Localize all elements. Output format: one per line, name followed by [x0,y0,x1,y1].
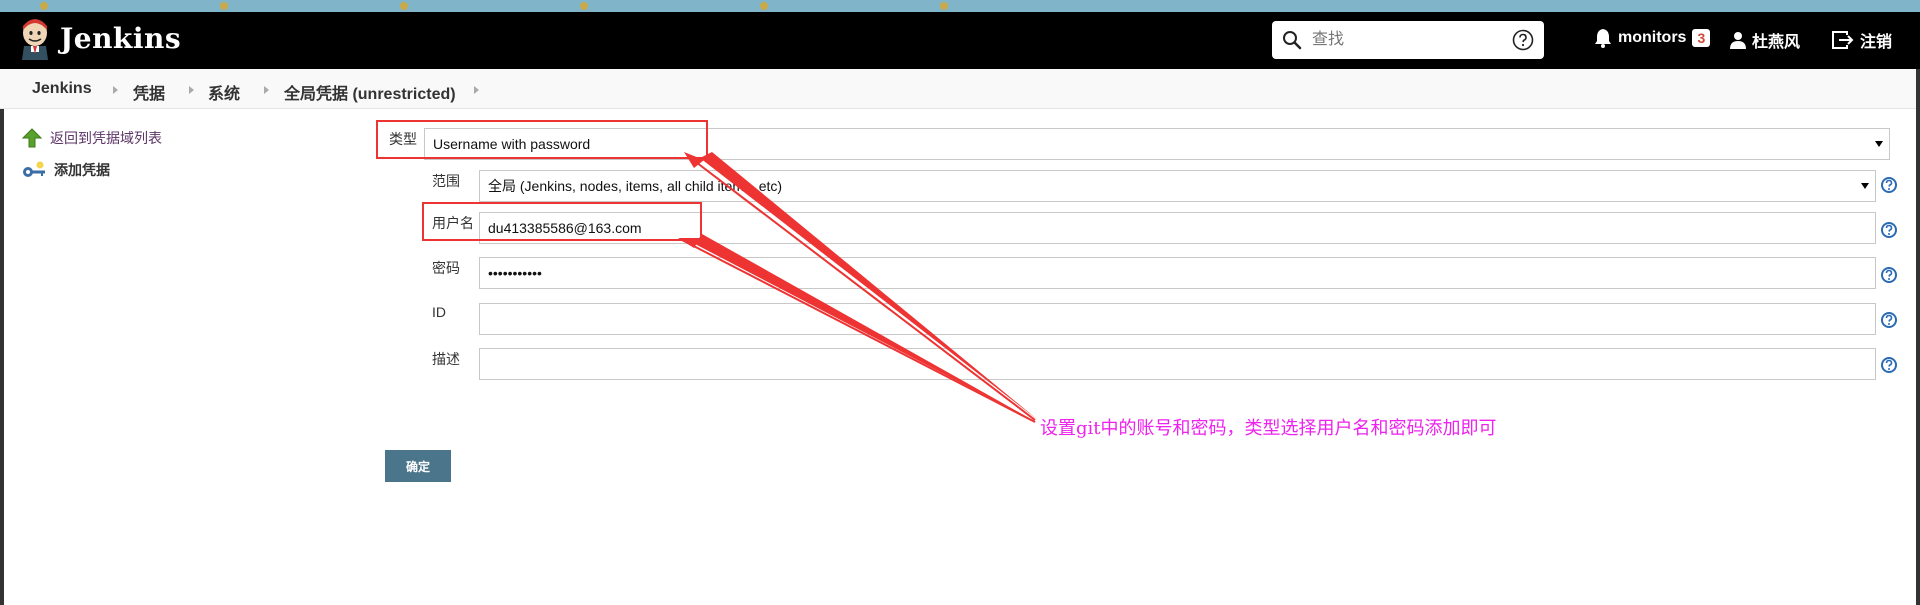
description-label: 描述 [432,351,460,367]
add-credential-label: 添加凭据 [54,162,110,178]
top-header: Jenkins monitors 3 [0,12,1920,69]
help-icon[interactable] [1880,266,1898,284]
annotation-text: 设置git中的账号和密码，类型选择用户名和密码添加即可 [1040,418,1497,439]
username-value: du413385586@163.com [488,220,642,236]
user-name: 杜燕风 [1752,34,1801,51]
scope-label: 范围 [432,173,460,189]
id-field[interactable] [479,303,1876,335]
chevron-right-icon[interactable] [474,86,479,94]
window-border-right [1916,69,1920,605]
password-value: ••••••••••• [488,265,542,281]
help-icon[interactable] [1512,29,1534,51]
chevron-down-icon [1875,141,1883,147]
key-icon [23,161,45,177]
description-field[interactable] [479,348,1876,380]
breadcrumb-system[interactable]: 系统 [208,80,240,104]
kind-label: 类型 [389,131,417,147]
jenkins-page: Jenkins monitors 3 [0,0,1920,605]
monitors-count-badge: 3 [1692,29,1711,47]
breadcrumb: Jenkins 凭据 系统 全局凭据 (unrestricted) [0,69,1920,109]
up-arrow-icon [22,128,42,148]
search-box [1272,21,1544,59]
username-field[interactable]: du413385586@163.com [479,212,1876,244]
username-label: 用户名 [432,215,474,231]
help-icon[interactable] [1880,356,1898,374]
logout-link[interactable]: 注销 [1832,28,1892,52]
browser-bar-remnant [0,0,1920,12]
back-to-domains-link[interactable]: 返回到凭据域列表 [22,128,162,148]
brand-title[interactable]: Jenkins [60,22,181,55]
help-icon[interactable] [1880,221,1898,239]
jenkins-logo-icon[interactable] [20,18,50,60]
breadcrumb-credentials[interactable]: 凭据 [133,80,165,104]
bell-icon [1595,29,1611,48]
chevron-right-icon[interactable] [264,86,269,94]
password-field[interactable]: ••••••••••• [479,257,1876,289]
search-icon [1283,31,1302,50]
chevron-right-icon[interactable] [113,86,118,94]
breadcrumb-global-credentials[interactable]: 全局凭据 (unrestricted) [284,80,456,104]
search-input[interactable] [1312,27,1492,53]
chevron-down-icon [1861,183,1869,189]
ok-button[interactable]: 确定 [385,450,451,482]
breadcrumb-jenkins[interactable]: Jenkins [32,80,92,98]
window-border-left [0,109,4,605]
monitors-label: monitors [1618,29,1687,46]
scope-value: 全局 (Jenkins, nodes, items, all child ite… [488,178,783,194]
add-credential-link[interactable]: 添加凭据 [22,160,110,180]
password-label: 密码 [432,260,460,276]
chevron-right-icon[interactable] [189,86,194,94]
monitors-link[interactable]: monitors 3 [1594,28,1711,48]
kind-value: Username with password [433,136,591,152]
logout-icon [1832,31,1854,49]
id-label: ID [432,304,446,320]
help-icon[interactable] [1880,311,1898,329]
user-link[interactable]: 杜燕风 [1730,28,1800,52]
scope-select[interactable]: 全局 (Jenkins, nodes, items, all child ite… [479,170,1876,202]
user-icon [1730,32,1746,49]
help-icon[interactable] [1880,176,1898,194]
logout-label: 注销 [1860,34,1893,51]
kind-select[interactable]: Username with password [424,128,1890,160]
back-to-domains-label: 返回到凭据域列表 [50,130,162,146]
